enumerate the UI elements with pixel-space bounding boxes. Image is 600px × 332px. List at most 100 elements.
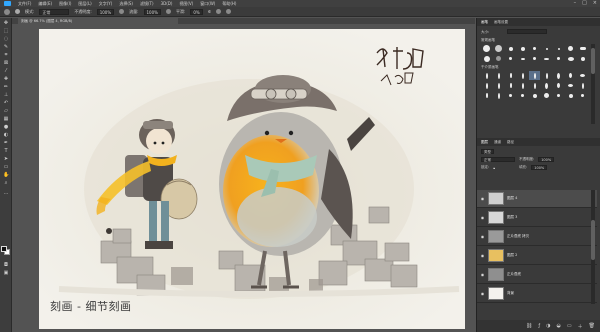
brushes-scrollbar[interactable] xyxy=(591,44,595,124)
visibility-eye-icon[interactable]: ◉ xyxy=(480,253,485,258)
eyedropper-tool-icon[interactable]: ⁄ xyxy=(3,68,9,74)
menu-select[interactable]: 选择(S) xyxy=(119,0,133,7)
menu-view[interactable]: 视图(V) xyxy=(179,0,193,7)
brush-preset[interactable] xyxy=(565,44,576,53)
airbrush-icon[interactable] xyxy=(165,9,171,14)
hand-tool-icon[interactable]: ✋ xyxy=(3,172,9,178)
layers-scrollbar-thumb[interactable] xyxy=(591,220,595,260)
menu-layer[interactable]: 图层(L) xyxy=(78,0,91,7)
brush-preset[interactable] xyxy=(553,44,564,53)
close-icon[interactable]: × xyxy=(593,0,597,7)
brush-group-dry-media[interactable]: 干介质画笔 xyxy=(481,65,499,70)
healing-brush-tool-icon[interactable]: ✚ xyxy=(3,76,9,82)
brush-preset[interactable] xyxy=(493,54,504,63)
new-layer-icon[interactable]: ＋ xyxy=(578,323,583,330)
layer-name[interactable]: 图层 4 xyxy=(507,196,517,201)
layer-name[interactable]: 正片叠底 拷贝 xyxy=(507,234,529,239)
brush-preset[interactable] xyxy=(493,91,504,100)
lock-icon[interactable]: 🔒︎ xyxy=(493,166,495,170)
brush-size-slider[interactable] xyxy=(507,29,547,34)
layer-row[interactable]: ◉ 正片叠底 xyxy=(477,266,597,284)
menu-image[interactable]: 图像(I) xyxy=(59,0,71,7)
blur-tool-icon[interactable]: ● xyxy=(3,124,9,130)
brush-preset[interactable] xyxy=(577,44,588,53)
lasso-tool-icon[interactable]: ◌ xyxy=(3,36,9,42)
layer-row[interactable]: ◉ 正片叠底 拷贝 xyxy=(477,228,597,246)
gear-icon[interactable]: ✲ xyxy=(208,9,211,14)
brush-preset[interactable] xyxy=(517,91,528,100)
brush-preset[interactable] xyxy=(577,81,588,90)
tab-layers[interactable]: 图层 xyxy=(481,138,488,146)
brush-preset[interactable] xyxy=(481,54,492,63)
quick-mask-icon[interactable]: ◘ xyxy=(3,262,9,268)
brush-preset[interactable] xyxy=(541,54,552,63)
brush-preset[interactable] xyxy=(505,44,516,53)
pen-tool-icon[interactable]: ✒ xyxy=(3,140,9,146)
brush-preset[interactable] xyxy=(565,91,576,100)
pressure-size-icon[interactable] xyxy=(216,9,222,14)
group-folder-icon[interactable]: ▭ xyxy=(567,323,572,329)
zoom-tool-icon[interactable]: ⌕ xyxy=(3,180,9,186)
layer-row[interactable]: ◉ 图层 4 xyxy=(477,190,597,208)
frame-tool-icon[interactable]: ⊠ xyxy=(3,60,9,66)
brush-preset-selected[interactable] xyxy=(529,71,540,80)
brush-preset[interactable] xyxy=(553,91,564,100)
brush-preset[interactable] xyxy=(565,54,576,63)
visibility-eye-icon[interactable]: ◉ xyxy=(480,234,485,239)
layer-row[interactable]: ◉ 背景 xyxy=(477,285,597,303)
brush-preset[interactable] xyxy=(505,91,516,100)
brush-preset[interactable] xyxy=(505,54,516,63)
type-tool-icon[interactable]: T xyxy=(3,148,9,154)
brush-preset[interactable] xyxy=(541,44,552,53)
move-tool-icon[interactable]: ✥ xyxy=(3,20,9,26)
flow-field[interactable]: 100% xyxy=(143,8,161,15)
brush-preset[interactable] xyxy=(529,44,540,53)
brush-preset[interactable] xyxy=(541,81,552,90)
path-select-tool-icon[interactable]: ➤ xyxy=(3,156,9,162)
screen-mode-icon[interactable]: ▣ xyxy=(3,270,9,276)
brush-preset[interactable] xyxy=(493,44,504,53)
brush-preset[interactable] xyxy=(577,91,588,100)
visibility-eye-icon[interactable]: ◉ xyxy=(480,272,485,277)
tab-paths[interactable]: 路径 xyxy=(507,138,514,146)
trash-icon[interactable]: 🗑︎ xyxy=(589,323,595,329)
brush-preset[interactable] xyxy=(493,81,504,90)
mode-select[interactable]: 正常 xyxy=(39,8,70,15)
tab-channels[interactable]: 通道 xyxy=(494,138,501,146)
brush-tool-preset-icon[interactable] xyxy=(4,8,10,15)
quick-select-tool-icon[interactable]: ✎ xyxy=(3,44,9,50)
layers-scrollbar[interactable] xyxy=(591,190,595,304)
canvas-workarea[interactable]: 刻画 - 细节刻画 xyxy=(12,24,475,332)
marquee-tool-icon[interactable]: ⬚ xyxy=(3,28,9,34)
menu-window[interactable]: 窗口(W) xyxy=(200,0,215,7)
brush-preset[interactable] xyxy=(529,54,540,63)
maximize-icon[interactable]: □ xyxy=(582,0,587,7)
menu-file[interactable]: 文件(F) xyxy=(18,0,31,7)
brush-preset[interactable] xyxy=(577,71,588,80)
adjustment-layer-icon[interactable]: ◒ xyxy=(557,323,561,329)
layer-row[interactable]: ◉ 图层 3 xyxy=(477,209,597,227)
fill-field[interactable]: 100% xyxy=(531,165,548,170)
tab-brush-settings[interactable]: 画笔设置 xyxy=(494,18,508,26)
history-brush-tool-icon[interactable]: ↶ xyxy=(3,100,9,106)
layer-name[interactable]: 图层 2 xyxy=(507,253,517,258)
brush-preset[interactable] xyxy=(541,71,552,80)
clone-stamp-tool-icon[interactable]: ⊥ xyxy=(3,92,9,98)
brush-preset[interactable] xyxy=(517,81,528,90)
mask-icon[interactable]: ◑ xyxy=(546,323,550,329)
menu-edit[interactable]: 编辑(E) xyxy=(38,0,52,7)
brush-preset[interactable] xyxy=(517,54,528,63)
layer-kind-filter[interactable]: 类型 xyxy=(481,149,494,154)
eraser-tool-icon[interactable]: ▱ xyxy=(3,108,9,114)
brush-preset[interactable] xyxy=(481,71,492,80)
symmetry-icon[interactable] xyxy=(226,9,232,14)
brush-preset[interactable] xyxy=(565,81,576,90)
brush-preset[interactable] xyxy=(517,44,528,53)
dodge-tool-icon[interactable]: ◐ xyxy=(3,132,9,138)
foreground-color-swatch[interactable] xyxy=(1,246,7,252)
brush-preset[interactable] xyxy=(529,81,540,90)
brush-preset[interactable] xyxy=(553,81,564,90)
visibility-eye-icon[interactable]: ◉ xyxy=(480,196,485,201)
more-tools-icon[interactable]: … xyxy=(3,190,9,196)
brush-group-general[interactable]: 常规画笔 xyxy=(481,38,495,43)
